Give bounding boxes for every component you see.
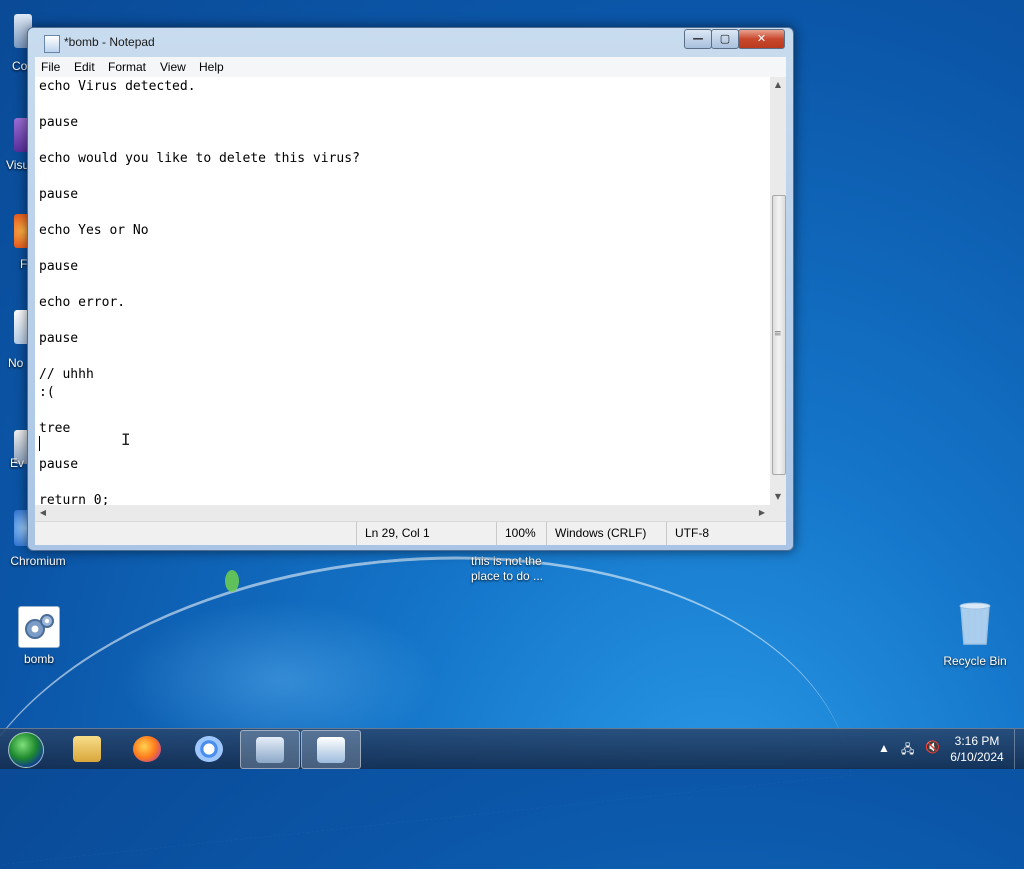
close-button[interactable]: ✕ — [738, 29, 785, 49]
network-icon[interactable]: 🖧 — [901, 740, 914, 780]
desktop-icon-recycle-bin[interactable]: Recycle Bin — [937, 600, 1013, 668]
recycle-bin-icon — [955, 600, 995, 645]
status-bar: Ln 29, Col 1 100% Windows (CRLF) UTF-8 — [35, 521, 786, 545]
taskbar-notepad[interactable] — [301, 730, 361, 769]
minimize-button[interactable]: — — [684, 29, 712, 49]
text-editor[interactable]: echo Virus detected. pause echo would yo… — [35, 77, 770, 505]
firefox-icon — [133, 736, 161, 762]
volume-muted-icon[interactable]: 🔇 — [925, 740, 940, 780]
ibeam-cursor-icon: I — [121, 430, 131, 449]
desktop-note-label-line2: place to do ... — [471, 569, 544, 583]
taskbar-file-explorer[interactable] — [58, 730, 116, 767]
window-title: *bomb - Notepad — [64, 35, 155, 49]
desktop-icon-note[interactable]: this is not the place to do ... — [471, 554, 543, 584]
editor-text[interactable]: echo Virus detected. pause echo would yo… — [35, 77, 770, 505]
file-explorer-icon — [73, 736, 101, 762]
menu-help[interactable]: Help — [199, 60, 224, 74]
status-line-col: Ln 29, Col 1 — [356, 522, 485, 545]
scroll-down-arrow-icon[interactable]: ▼ — [770, 489, 786, 505]
desktop-icon-label-notepad: No — [8, 356, 24, 370]
status-zoom: 100% — [496, 522, 545, 545]
desktop-icon-label-event: Ev — [10, 456, 25, 470]
clock-time: 3:16 PM — [954, 734, 1000, 748]
vertical-scrollbar[interactable]: ▲ ≡ ▼ — [770, 77, 786, 505]
desktop-icon-bomb[interactable]: bomb — [1, 606, 77, 666]
taskbar: ▲ 🖧 🔇 3:16 PM 6/10/2024 — [0, 728, 1024, 769]
menu-bar: File Edit Format View Help — [35, 57, 786, 78]
desktop-icon-label-recycle-bin: Recycle Bin — [943, 654, 1007, 668]
status-encoding: UTF-8 — [666, 522, 785, 545]
desktop-note-label-line1: this is not the — [471, 554, 542, 568]
system-clock[interactable]: 3:16 PM 6/10/2024 — [944, 733, 1010, 765]
notepad-icon — [44, 35, 60, 53]
menu-format[interactable]: Format — [108, 60, 146, 74]
menu-file[interactable]: File — [41, 60, 60, 74]
menu-view[interactable]: View — [160, 60, 186, 74]
control-panel-icon — [256, 737, 284, 763]
taskbar-control-panel[interactable] — [240, 730, 300, 769]
windows-start-icon[interactable] — [8, 732, 44, 768]
scroll-left-arrow-icon[interactable]: ◀ — [35, 505, 51, 521]
scroll-up-arrow-icon[interactable]: ▲ — [770, 77, 786, 93]
text-caret — [39, 436, 40, 451]
status-line-endings: Windows (CRLF) — [546, 522, 665, 545]
scroll-grip-icon: ≡ — [774, 329, 782, 339]
maximize-button[interactable]: ▢ — [711, 29, 739, 49]
show-desktop-button[interactable] — [1014, 729, 1024, 769]
scrollbar-corner — [770, 505, 786, 521]
wallpaper-leaf — [225, 570, 239, 592]
desktop-icon-chromium[interactable]: Chromium — [0, 554, 76, 568]
taskbar-firefox[interactable] — [118, 730, 176, 767]
title-bar[interactable]: *bomb - Notepad — ▢ ✕ — [28, 28, 793, 57]
notepad-icon — [317, 737, 345, 763]
wallpaper-swoosh — [0, 513, 852, 869]
taskbar-chromium[interactable] — [180, 730, 238, 767]
show-hidden-icons-chevron-icon[interactable]: ▲ — [878, 741, 890, 781]
scroll-right-arrow-icon[interactable]: ▶ — [754, 505, 770, 521]
batch-file-gear-icon — [18, 606, 60, 648]
menu-edit[interactable]: Edit — [74, 60, 95, 74]
desktop-icon-label-visual: Visu — [6, 158, 30, 172]
desktop-icon-label-computer: Co — [12, 59, 28, 73]
clock-date: 6/10/2024 — [950, 750, 1004, 764]
chromium-icon — [195, 736, 223, 762]
horizontal-scrollbar[interactable]: ◀ ▶ — [35, 505, 770, 521]
notepad-window[interactable]: *bomb - Notepad — ▢ ✕ File Edit Format V… — [27, 27, 794, 551]
desktop-icon-label-chromium: Chromium — [10, 554, 66, 568]
desktop-icon-label-bomb: bomb — [23, 652, 55, 666]
